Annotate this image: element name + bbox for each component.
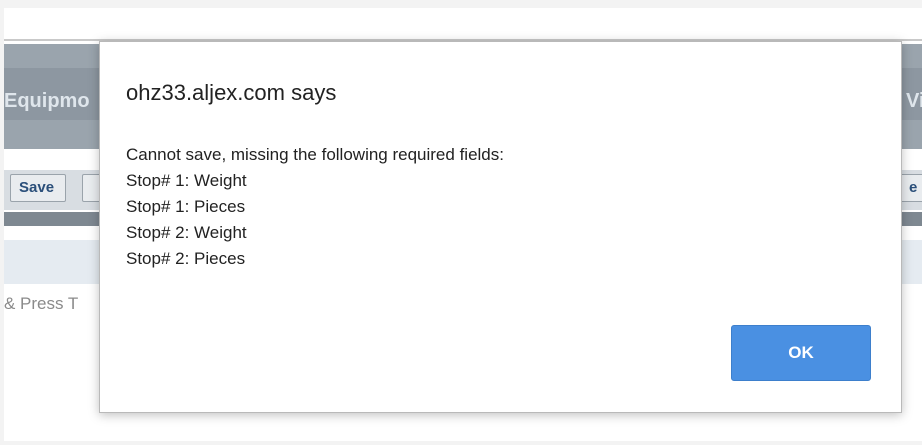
dialog-message: Cannot save, missing the following requi… — [126, 142, 504, 272]
dialog-title: ohz33.aljex.com says — [126, 80, 337, 105]
ok-button[interactable]: OK — [731, 325, 871, 381]
message-line: Cannot save, missing the following requi… — [126, 145, 504, 164]
section-title-view: Vie — [906, 90, 922, 112]
message-line: Stop# 1: Weight — [126, 171, 247, 190]
message-line: Stop# 2: Pieces — [126, 249, 246, 268]
section-title-equipment: Equipmo — [4, 90, 90, 112]
toolbar-button-right[interactable]: e — [900, 174, 922, 202]
alert-dialog: ohz33.aljex.com says Cannot save, missin… — [99, 41, 902, 413]
message-line: Stop# 1: Pieces — [126, 197, 246, 216]
save-button[interactable]: Save — [10, 174, 66, 202]
search-hint-text: & Press T — [4, 294, 79, 313]
message-line: Stop# 2: Weight — [126, 223, 247, 242]
